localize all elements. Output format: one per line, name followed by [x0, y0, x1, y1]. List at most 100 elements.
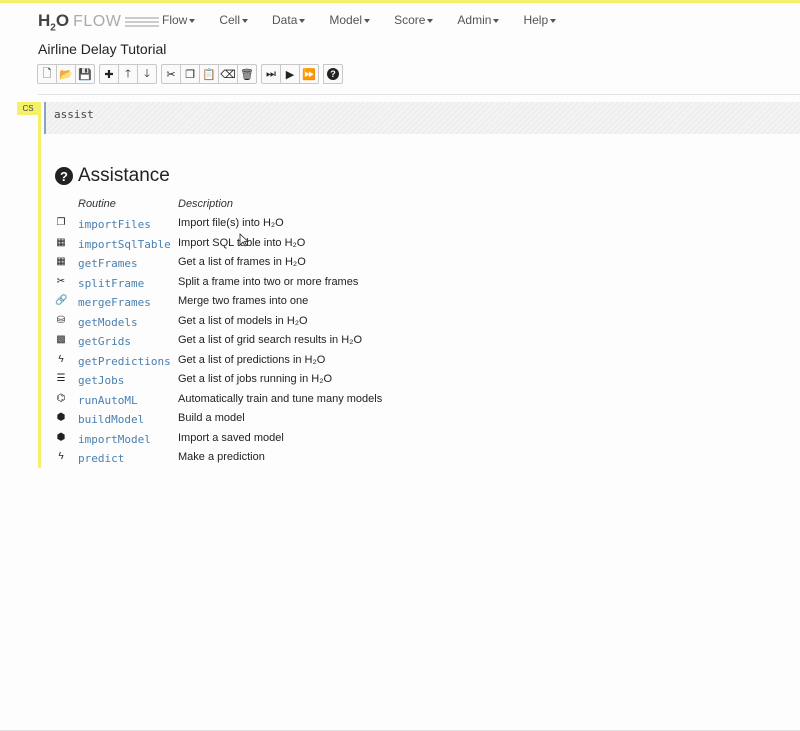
- move-down-icon: 🡓: [144, 67, 150, 80]
- insert-cell-icon: ✚: [104, 68, 114, 81]
- paste-cell-button[interactable]: 📋: [199, 64, 219, 84]
- help-icon: ?: [327, 68, 339, 80]
- run-cell-button[interactable]: ▶: [280, 64, 300, 84]
- toolbar-group: ✚ 🡑 🡓: [99, 64, 157, 84]
- routine-link-getFrames[interactable]: getFrames: [78, 257, 138, 270]
- caret-down-icon: [364, 18, 371, 23]
- assist-row-runAutoML: ⌬ runAutoML Automatically train and tune m…: [55, 391, 435, 409]
- save-notebook-button[interactable]: 💾: [75, 64, 95, 84]
- toolbar-divider: [38, 94, 800, 95]
- toolbar-group: 🗋 📂 💾: [37, 64, 95, 84]
- logo-lines-icon: [125, 15, 160, 29]
- menu-admin[interactable]: Admin: [457, 13, 500, 27]
- cell-type-badge[interactable]: CS: [17, 102, 39, 115]
- delete-cell-button[interactable]: 🗑: [237, 64, 257, 84]
- routine-description: Build a model: [178, 412, 245, 424]
- routine-link-importFiles[interactable]: importFiles: [78, 218, 151, 231]
- menu-flow[interactable]: Flow: [162, 13, 196, 27]
- cube-icon: ⬢: [56, 412, 66, 423]
- clear-cell-icon: ⌫: [220, 68, 236, 81]
- caret-down-icon: [550, 18, 557, 23]
- assist-row-getModels: ⛁ getModels Get a list of models in H₂O: [55, 313, 435, 331]
- assist-row-importFiles: ❐ importFiles Import file(s) into H₂O: [55, 215, 435, 233]
- h2o-flow-logo: H2O FLOW: [38, 11, 160, 33]
- routine-link-predict[interactable]: predict: [78, 452, 124, 465]
- routine-link-mergeFrames[interactable]: mergeFrames: [78, 296, 151, 309]
- column-header-routine: Routine: [78, 198, 116, 210]
- scissors-icon: ✂: [56, 275, 66, 287]
- routine-link-runAutoML[interactable]: runAutoML: [78, 394, 138, 407]
- routine-description: Get a list of models in H₂O: [178, 314, 308, 327]
- menu-cell[interactable]: Cell: [219, 13, 249, 27]
- copy-cell-icon: ❐: [185, 68, 195, 81]
- caret-down-icon: [493, 18, 500, 23]
- menu-data[interactable]: Data: [272, 13, 306, 27]
- routine-description: Automatically train and tune many models: [178, 392, 383, 405]
- routine-link-importSqlTable[interactable]: importSqlTable: [78, 238, 171, 251]
- routine-link-getPredictions[interactable]: getPredictions: [78, 355, 171, 368]
- assist-row-getPredictions: ϟ getPredictions Get a list of predictions…: [55, 352, 435, 370]
- menu-model[interactable]: Model: [329, 13, 371, 27]
- run-all-button[interactable]: ⏩: [299, 64, 319, 84]
- toolbar-group: ⏭ ▶ ⏩: [261, 64, 319, 84]
- routine-description: Get a list of frames in H₂O: [178, 256, 306, 268]
- assist-row-getFrames: ▦ getFrames Get a list of frames in H₂O: [55, 254, 435, 272]
- routine-link-buildModel[interactable]: buildModel: [78, 413, 144, 426]
- routine-description: Get a list of predictions in H₂O: [178, 353, 326, 366]
- toolbar-group: ✂ ❐ 📋 ⌫ 🗑: [161, 64, 257, 84]
- bolt-icon: ϟ: [58, 451, 64, 462]
- assist-row-predict: ϟ predict Make a prediction: [55, 449, 435, 467]
- copy-cell-button[interactable]: ❐: [180, 64, 200, 84]
- routine-link-getGrids[interactable]: getGrids: [78, 335, 131, 348]
- cube-icon: ⬢: [56, 431, 66, 443]
- move-up-button[interactable]: 🡑: [118, 64, 138, 84]
- routine-description: Import file(s) into H₂O: [178, 217, 284, 229]
- routine-description: Get a list of grid search results in H₂O: [178, 334, 363, 346]
- routine-description: Make a prediction: [178, 451, 265, 463]
- routine-link-getModels[interactable]: getModels: [78, 316, 138, 329]
- routine-link-getJobs[interactable]: getJobs: [78, 374, 124, 387]
- caret-down-icon: [299, 18, 306, 23]
- run-step-button[interactable]: ⏭: [261, 64, 281, 84]
- new-notebook-button[interactable]: 🗋: [37, 64, 57, 84]
- routine-description: Split a frame into two or more frames: [178, 275, 359, 288]
- clear-cell-button[interactable]: ⌫: [218, 64, 238, 84]
- cell-code-editor[interactable]: assist: [44, 102, 800, 134]
- grid-icon: ▩: [56, 334, 66, 345]
- toolbar-group: ?: [323, 64, 343, 84]
- delete-cell-icon: 🗑: [240, 68, 254, 81]
- cell-selection-bar: [38, 102, 41, 468]
- cell-code-text[interactable]: assist: [54, 108, 94, 121]
- list-icon: ☰: [56, 373, 66, 384]
- caret-down-icon: [427, 18, 434, 23]
- paste-cell-icon: 📋: [202, 68, 216, 81]
- question-circle-icon: ?: [55, 167, 73, 185]
- move-down-button[interactable]: 🡓: [137, 64, 157, 84]
- menu-help[interactable]: Help: [523, 13, 557, 27]
- routine-link-splitFrame[interactable]: splitFrame: [78, 277, 144, 290]
- run-all-icon: ⏩: [302, 68, 316, 81]
- navbar: H2O FLOW Flow Cell Data Model Score Admin Help: [0, 3, 800, 39]
- cut-cell-icon: ✂: [166, 68, 176, 81]
- open-notebook-button[interactable]: 📂: [56, 64, 76, 84]
- link-icon: 🔗: [55, 295, 68, 306]
- menu-score[interactable]: Score: [394, 13, 434, 27]
- column-header-description: Description: [178, 198, 234, 210]
- save-notebook-icon: 💾: [78, 68, 92, 81]
- caret-down-icon: [242, 18, 249, 23]
- copy-icon: ❐: [56, 217, 66, 228]
- notebook-toolbar: 🗋 📂 💾 ✚ 🡑 🡓 ✂ ❐ 📋 ⌫ 🗑 ⏭ ▶ ⏩?: [37, 64, 347, 84]
- help-button[interactable]: ?: [323, 64, 343, 84]
- insert-cell-button[interactable]: ✚: [99, 64, 119, 84]
- cut-cell-button[interactable]: ✂: [161, 64, 181, 84]
- main-menu: Flow Cell Data Model Score Admin Help: [162, 13, 580, 27]
- routine-description: Get a list of jobs running in H₂O: [178, 373, 333, 385]
- table-icon: ▦: [56, 256, 66, 267]
- bolt-icon: ϟ: [58, 353, 64, 365]
- routine-link-importModel[interactable]: importModel: [78, 433, 151, 446]
- assist-row-buildModel: ⬢ buildModel Build a model: [55, 410, 435, 428]
- assistance-heading: ? Assistance: [55, 165, 170, 187]
- notebook-title[interactable]: Airline Delay Tutorial: [38, 41, 166, 57]
- run-cell-icon: ▶: [285, 68, 295, 81]
- assist-row-splitFrame: ✂ splitFrame Split a frame into two or mor…: [55, 274, 435, 292]
